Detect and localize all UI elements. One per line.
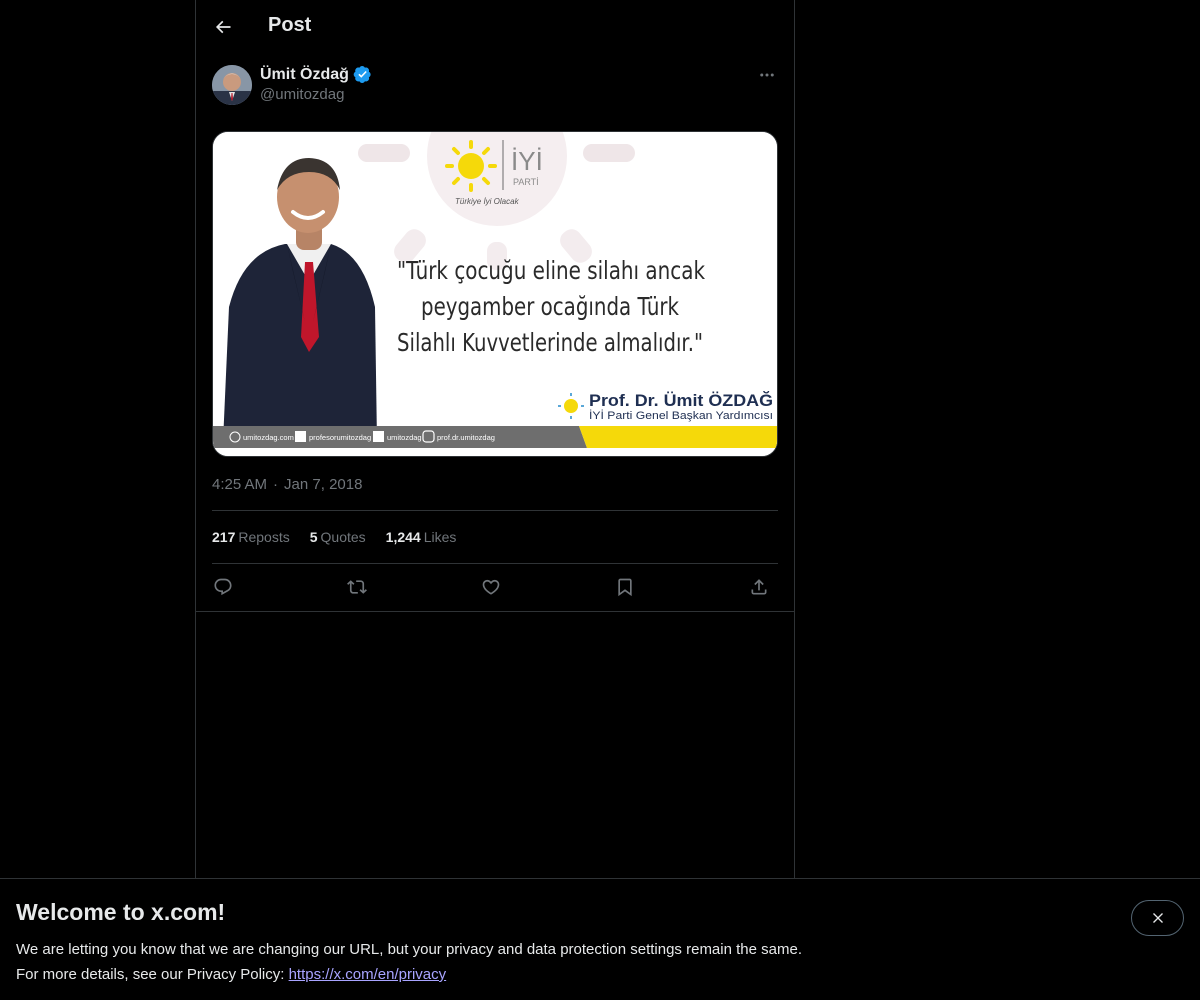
reply-icon: [214, 578, 232, 596]
privacy-policy-link[interactable]: https://x.com/en/privacy: [289, 966, 447, 983]
author-name-text: Ümit Özdağ: [260, 65, 349, 83]
reposts-count: 217: [212, 529, 236, 545]
footer-facebook: profesorumitozdag: [309, 433, 371, 442]
footer-twitter: umitozdag: [387, 433, 422, 442]
repost-icon: [347, 580, 367, 594]
likes-count: 1,244: [385, 529, 421, 545]
footer-instagram: prof.dr.umitozdag: [437, 433, 495, 442]
divider: [212, 510, 778, 511]
banner-line-2: For more details, see our Privacy Policy…: [16, 962, 802, 987]
more-icon: [760, 73, 774, 77]
reply-button[interactable]: [210, 574, 236, 600]
banner-line-2-prefix: For more details, see our Privacy Policy…: [16, 966, 289, 983]
more-button[interactable]: [756, 64, 778, 86]
author-name[interactable]: Ümit Özdağ: [260, 65, 372, 84]
banner-title: Welcome to x.com!: [16, 899, 226, 925]
social-footer: umitozdag.com profesorumitozdag umitozda…: [213, 426, 777, 448]
avatar[interactable]: [212, 65, 252, 105]
signature-name: Prof. Dr. Ümit ÖZDAĞ: [589, 391, 773, 410]
bookmark-icon: [618, 578, 632, 597]
quotes-stat[interactable]: 5 Quotes: [310, 529, 366, 545]
reposts-label: Reposts: [238, 529, 290, 545]
post-date[interactable]: Jan 7, 2018: [284, 476, 362, 493]
quotes-count: 5: [309, 529, 318, 545]
post-column: Post Ümit Özdağ @umitozdag İYİ PARTİ Tür…: [195, 0, 795, 878]
action-bar: [212, 574, 778, 600]
slogan-text: Türkiye İyi Olacak: [455, 197, 520, 206]
likes-stat[interactable]: 1,244 Likes: [386, 529, 457, 545]
share-button[interactable]: [746, 574, 772, 600]
author-handle[interactable]: @umitozdag: [260, 86, 344, 103]
quote-line-1: "Türk çocuğu eline silahı ancak: [397, 256, 705, 285]
banner-text: We are letting you know that we are chan…: [16, 937, 802, 987]
logo-text: İYİ: [511, 146, 543, 176]
close-icon: [1152, 913, 1163, 923]
post-time[interactable]: 4:25 AM: [212, 476, 267, 493]
url-change-banner: Welcome to x.com! We are letting you kno…: [0, 878, 1200, 1000]
post-image[interactable]: İYİ PARTİ Türkiye İyi Olacak "Türk çocuğ…: [212, 131, 778, 457]
back-button[interactable]: [206, 10, 240, 44]
signature: Prof. Dr. Ümit ÖZDAĞ İYİ Parti Genel Baş…: [558, 391, 773, 422]
likes-label: Likes: [423, 529, 457, 545]
page-title: Post: [268, 14, 312, 36]
quote-line-2: peygamber ocağında Türk: [421, 292, 679, 321]
bookmark-button[interactable]: [612, 574, 638, 600]
verified-badge-icon: [353, 66, 371, 83]
signature-title: İYİ Parti Genel Başkan Yardımcısı: [589, 409, 773, 422]
quotes-label: Quotes: [320, 529, 366, 545]
post-timestamp: 4:25 AM · Jan 7, 2018: [212, 476, 362, 493]
footer-website: umitozdag.com: [243, 433, 294, 442]
divider: [212, 563, 778, 564]
back-arrow-icon: [215, 20, 231, 34]
like-button[interactable]: [478, 574, 504, 600]
top-bar: Post: [196, 0, 794, 53]
repost-button[interactable]: [344, 574, 370, 600]
timestamp-separator: ·: [273, 476, 279, 493]
reposts-stat[interactable]: 217 Reposts: [212, 529, 290, 545]
divider: [196, 611, 794, 612]
logo-subtext: PARTİ: [513, 177, 539, 187]
campaign-graphic: İYİ PARTİ Türkiye İyi Olacak "Türk çocuğ…: [213, 132, 777, 456]
share-icon: [751, 579, 767, 595]
close-banner-button[interactable]: [1131, 900, 1184, 936]
engagement-stats: 217 Reposts 5 Quotes 1,244 Likes: [212, 529, 456, 545]
like-icon: [482, 579, 500, 595]
post-author: Ümit Özdağ @umitozdag: [212, 64, 778, 108]
quote-line-3: Silahlı Kuvvetlerinde almalıdır.": [397, 328, 703, 357]
banner-line-1: We are letting you know that we are chan…: [16, 941, 802, 958]
